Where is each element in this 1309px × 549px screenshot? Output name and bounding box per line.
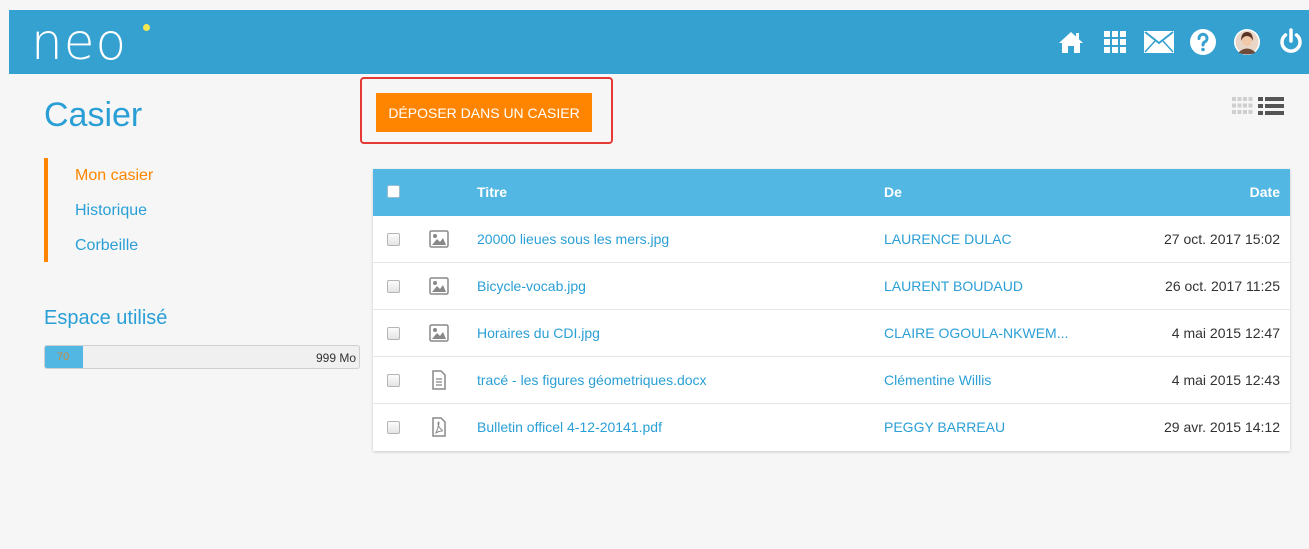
storage-used-label: 70 [57, 351, 70, 363]
top-bar: neo [9, 10, 1309, 74]
app-logo[interactable]: neo [31, 14, 127, 70]
table-row[interactable]: Bicycle-vocab.jpg LAURENT BOUDAUD 26 oct… [373, 263, 1290, 310]
page-title: Casier [44, 96, 143, 134]
table-header: Titre De Date [373, 169, 1290, 216]
row-checkbox[interactable] [387, 280, 400, 293]
column-header-title[interactable]: Titre [477, 169, 507, 216]
storage-progress-bar: 70 999 Mo [44, 345, 360, 369]
file-date: 29 avr. 2015 14:12 [1164, 419, 1280, 435]
list-view-icon[interactable] [1258, 96, 1284, 116]
top-navigation [1045, 24, 1309, 60]
image-file-icon [429, 276, 449, 296]
logo-dot [143, 24, 150, 31]
storage-max-label: 999 Mo [315, 351, 356, 365]
table-row[interactable]: tracé - les figures géometriques.docx Cl… [373, 357, 1290, 404]
sidebar-item-mon-casier[interactable]: Mon casier [48, 158, 244, 193]
file-sender[interactable]: CLAIRE OGOULA-NKWEM... [884, 310, 1068, 357]
deposit-button[interactable]: DÉPOSER DANS UN CASIER [376, 93, 592, 132]
file-title[interactable]: tracé - les figures géometriques.docx [477, 357, 707, 404]
image-file-icon [429, 323, 449, 343]
row-checkbox[interactable] [387, 374, 400, 387]
table-row[interactable]: 20000 lieues sous les mers.jpg LAURENCE … [373, 216, 1290, 263]
sidebar-item-historique[interactable]: Historique [48, 193, 244, 228]
file-date: 27 oct. 2017 15:02 [1164, 231, 1280, 247]
apps-icon[interactable] [1097, 24, 1133, 60]
power-icon[interactable] [1273, 24, 1309, 60]
view-toggle [1232, 96, 1284, 116]
sidebar-item-corbeille[interactable]: Corbeille [48, 228, 244, 263]
file-title[interactable]: 20000 lieues sous les mers.jpg [477, 216, 669, 263]
document-file-icon [429, 370, 449, 390]
row-checkbox[interactable] [387, 421, 400, 434]
help-icon[interactable] [1185, 24, 1221, 60]
file-title[interactable]: Bicycle-vocab.jpg [477, 263, 586, 310]
table-row[interactable]: Horaires du CDI.jpg CLAIRE OGOULA-NKWEM.… [373, 310, 1290, 357]
files-table: Titre De Date 20000 lieues sous les mers… [373, 169, 1290, 451]
table-row[interactable]: Bulletin officel 4-12-20141.pdf PEGGY BA… [373, 404, 1290, 451]
row-checkbox[interactable] [387, 327, 400, 340]
mail-icon[interactable] [1141, 24, 1177, 60]
avatar[interactable] [1229, 24, 1265, 60]
file-sender[interactable]: Clémentine Willis [884, 357, 991, 404]
home-icon[interactable] [1053, 24, 1089, 60]
grid-view-icon[interactable] [1232, 97, 1258, 115]
file-title[interactable]: Horaires du CDI.jpg [477, 310, 600, 357]
select-all-checkbox[interactable] [387, 185, 400, 198]
file-sender[interactable]: LAURENCE DULAC [884, 216, 1012, 263]
file-date: 26 oct. 2017 11:25 [1165, 278, 1280, 294]
file-date: 4 mai 2015 12:47 [1171, 325, 1280, 341]
file-sender[interactable]: PEGGY BARREAU [884, 404, 1005, 451]
sidebar-nav: Mon casier Historique Corbeille [44, 158, 244, 262]
column-header-date[interactable]: Date [1250, 169, 1280, 216]
pdf-file-icon [429, 417, 449, 437]
row-checkbox[interactable] [387, 233, 400, 246]
file-sender[interactable]: LAURENT BOUDAUD [884, 263, 1023, 310]
storage-title: Espace utilisé [44, 307, 168, 329]
image-file-icon [429, 229, 449, 249]
column-header-from[interactable]: De [884, 169, 902, 216]
file-date: 4 mai 2015 12:43 [1171, 372, 1280, 388]
file-title[interactable]: Bulletin officel 4-12-20141.pdf [477, 404, 662, 451]
